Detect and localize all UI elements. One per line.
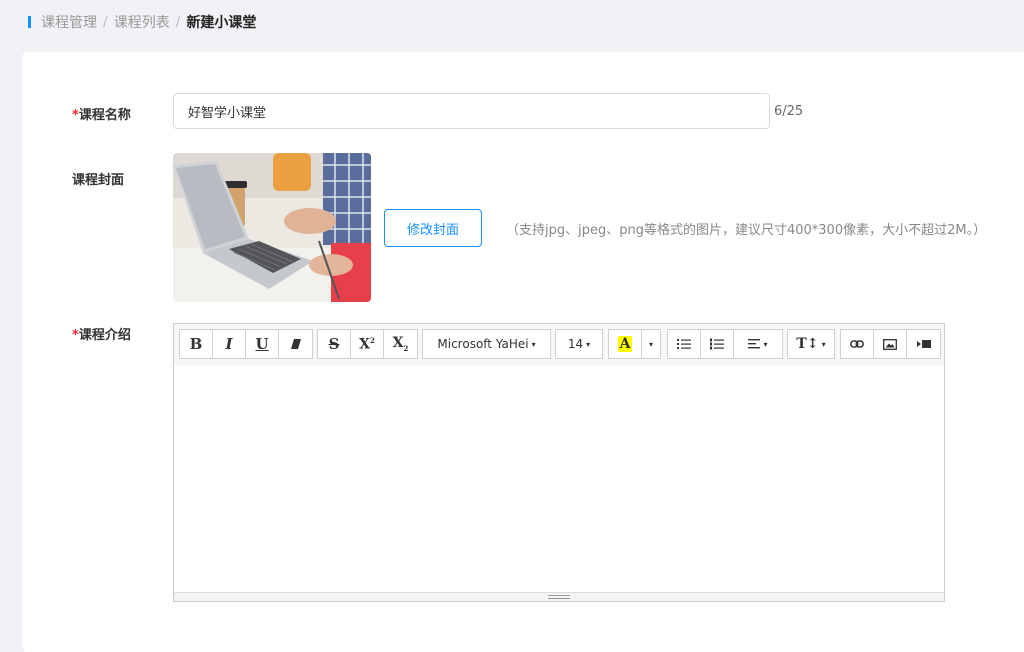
font-size-group: 14 ▾ bbox=[555, 329, 603, 359]
unordered-list-icon bbox=[677, 339, 691, 349]
unordered-list-button[interactable] bbox=[668, 330, 701, 358]
underline-button[interactable]: U bbox=[246, 330, 279, 358]
line-height-group: T↕ ▾ bbox=[787, 329, 835, 359]
rich-text-editor: B I U S X2 X2 Microsoft YaHei ▾ 14 ▾ A ▾… bbox=[173, 323, 945, 602]
breadcrumb-separator: / bbox=[175, 14, 181, 30]
font-size-select[interactable]: 14 ▾ bbox=[556, 330, 602, 358]
course-name-input[interactable] bbox=[173, 93, 770, 129]
strikethrough-icon: S bbox=[328, 335, 340, 353]
script-button-group: S X2 X2 bbox=[317, 329, 418, 359]
line-height-select[interactable]: T↕ ▾ bbox=[788, 330, 834, 358]
course-name-label-text: 课程名称 bbox=[78, 108, 131, 123]
course-intro-label: *课程介绍 bbox=[72, 324, 131, 343]
breadcrumb: 课程管理 / 课程列表 / 新建小课堂 bbox=[28, 12, 256, 32]
font-color-group: A ▾ bbox=[608, 329, 661, 359]
breadcrumb-course-list[interactable]: 课程列表 bbox=[114, 12, 170, 32]
subscript-icon: X2 bbox=[392, 335, 409, 353]
course-cover-label: 课程封面 bbox=[72, 173, 125, 188]
font-color-button[interactable]: A bbox=[609, 330, 642, 358]
strikethrough-button[interactable]: S bbox=[318, 330, 351, 358]
editor-content-area[interactable] bbox=[174, 365, 944, 593]
ordered-list-icon bbox=[710, 338, 724, 350]
breadcrumb-course-management[interactable]: 课程管理 bbox=[41, 12, 97, 32]
insert-image-button[interactable] bbox=[874, 330, 907, 358]
font-family-value: Microsoft YaHei bbox=[437, 337, 529, 351]
subscript-button[interactable]: X2 bbox=[384, 330, 417, 358]
format-button-group: B I U bbox=[179, 329, 313, 359]
font-family-group: Microsoft YaHei ▾ bbox=[422, 329, 551, 359]
clear-format-icon bbox=[290, 339, 301, 349]
list-align-group: ▾ bbox=[667, 329, 783, 359]
font-size-value: 14 bbox=[567, 337, 584, 351]
bold-icon: B bbox=[189, 335, 203, 353]
breadcrumb-accent-bar bbox=[28, 16, 31, 28]
chevron-down-icon: ▾ bbox=[648, 339, 653, 349]
editor-toolbar: B I U S X2 X2 Microsoft YaHei ▾ 14 ▾ A ▾… bbox=[174, 324, 944, 366]
cover-format-hint: （支持jpg、jpeg、png等格式的图片，建议尺寸400*300像素，大小不超… bbox=[506, 223, 987, 238]
align-icon bbox=[748, 339, 761, 349]
chevron-down-icon: ▾ bbox=[763, 339, 768, 349]
font-color-icon: A bbox=[617, 336, 633, 352]
font-color-dropdown[interactable]: ▾ bbox=[642, 330, 660, 358]
insert-button-group bbox=[840, 329, 941, 359]
superscript-icon: X2 bbox=[359, 335, 375, 353]
line-height-icon: T↕ bbox=[796, 336, 819, 352]
superscript-button[interactable]: X2 bbox=[351, 330, 384, 358]
bold-button[interactable]: B bbox=[180, 330, 213, 358]
course-name-char-counter: 6/25 bbox=[774, 104, 804, 119]
required-mark: * bbox=[72, 108, 79, 123]
change-cover-button[interactable]: 修改封面 bbox=[384, 209, 482, 247]
resize-grip-icon bbox=[548, 595, 570, 599]
font-family-select[interactable]: Microsoft YaHei ▾ bbox=[423, 330, 550, 358]
cover-image bbox=[173, 153, 371, 302]
italic-icon: I bbox=[225, 335, 233, 353]
required-mark: * bbox=[72, 328, 79, 343]
italic-button[interactable]: I bbox=[213, 330, 246, 358]
course-intro-label-text: 课程介绍 bbox=[78, 328, 131, 343]
breadcrumb-current-page: 新建小课堂 bbox=[186, 15, 257, 31]
underline-icon: U bbox=[255, 335, 269, 353]
form-card: *课程名称 6/25 课程封面 bbox=[22, 52, 1024, 652]
link-icon bbox=[850, 340, 864, 348]
course-name-label: *课程名称 bbox=[72, 104, 131, 123]
image-icon bbox=[883, 338, 897, 350]
chevron-down-icon: ▾ bbox=[531, 339, 536, 349]
clear-format-button[interactable] bbox=[279, 330, 312, 358]
breadcrumb-separator: / bbox=[103, 14, 108, 30]
editor-resize-handle[interactable] bbox=[174, 592, 944, 601]
chevron-down-icon: ▾ bbox=[821, 339, 826, 349]
ordered-list-button[interactable] bbox=[701, 330, 734, 358]
align-select[interactable]: ▾ bbox=[734, 330, 782, 358]
insert-video-button[interactable] bbox=[907, 330, 940, 358]
chevron-down-icon: ▾ bbox=[586, 339, 591, 349]
video-icon bbox=[916, 340, 931, 348]
insert-link-button[interactable] bbox=[841, 330, 874, 358]
